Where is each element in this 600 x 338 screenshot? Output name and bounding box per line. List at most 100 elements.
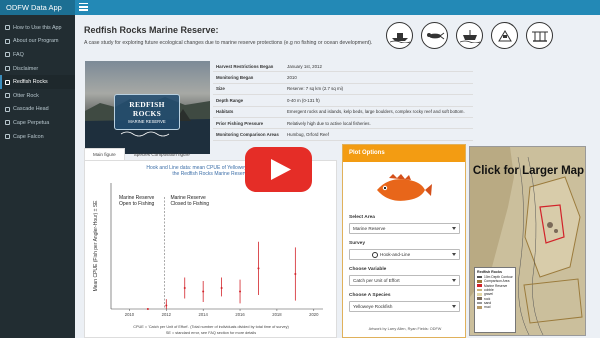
plot-options-panel: Plot Options Select Area Marine Reserve …: [342, 144, 466, 338]
sidebar-item-cape-perpetua[interactable]: Cape Perpetua: [0, 116, 75, 130]
rov-icon[interactable]: [456, 22, 483, 49]
map-legend: Redfish Rocks 10m Depth Contour Comparis…: [474, 267, 516, 333]
sidebar-item-how-to-use[interactable]: How to Use this App: [0, 21, 75, 35]
area-select[interactable]: Marine Reserve: [349, 223, 460, 234]
sidebar-item-label: FAQ: [13, 51, 24, 58]
info-icon: [5, 38, 10, 44]
warning-icon: [5, 66, 10, 72]
sidebar-item-label: How to Use this App: [13, 24, 62, 31]
info-value: 0-40 m (0-131 ft): [287, 97, 320, 103]
sidebar-item-faq[interactable]: FAQ: [0, 48, 75, 62]
lander-icon[interactable]: [491, 22, 518, 49]
species-select[interactable]: Yelloweye Rockfish: [349, 301, 460, 312]
chevron-down-icon: [452, 305, 456, 308]
info-row: Monitoring Comparison Areas Humbug, Orfor…: [213, 129, 473, 141]
data-point: [183, 287, 186, 289]
data-point: [165, 304, 168, 307]
app-root: ODFW Data App How to Use this App About …: [0, 0, 600, 338]
longline-icon[interactable]: [526, 22, 553, 49]
chart-caption: SE = standard error, see FAQ section for…: [166, 331, 256, 335]
data-point: [220, 287, 223, 289]
tab-label: Main figure: [93, 152, 116, 157]
sidebar-item-disclaimer[interactable]: Disclaimer: [0, 62, 75, 76]
app-brand: ODFW Data App: [0, 0, 75, 15]
info-key: Prior Fishing Pressure: [216, 120, 264, 126]
survey-label: Survey: [349, 241, 365, 246]
map-marker-icon: [5, 120, 10, 126]
area-select-value: Marine Reserve: [353, 226, 386, 231]
y-axis-label: Mean CPUE (Fish per Angler-Hour) ± SE: [93, 200, 99, 291]
sidebar-item-label: Cascade Head: [13, 106, 49, 113]
x-tick-label: 2012: [162, 312, 172, 317]
main-content: Redfish Rocks Marine Reserve: A case stu…: [75, 15, 600, 338]
sidebar-item-otter-rock[interactable]: Otter Rock: [0, 89, 75, 103]
reserve-logo: REDFISH ROCKS MARINE RESERVE: [114, 94, 180, 137]
question-icon: [5, 52, 10, 58]
survey-boat-icon: [372, 251, 378, 258]
legend-item: mud: [477, 305, 513, 309]
variable-select-value: Catch per Unit of Effort: [353, 278, 400, 283]
reserve-map[interactable]: Click for Larger Map Redfish Rocks 10m D…: [469, 146, 586, 336]
boat-icon[interactable]: [386, 22, 413, 49]
data-point: [202, 290, 205, 293]
info-key: Habitats: [216, 109, 234, 115]
tab-label: Species Composition figure: [133, 152, 190, 157]
info-row: Harvest Restrictions Began January 1st, 2…: [213, 61, 473, 73]
species-select-value: Yelloweye Rockfish: [353, 304, 393, 309]
survey-select-value: Hook-and-Line: [380, 252, 411, 257]
diver-icon[interactable]: [421, 22, 448, 49]
x-tick-label: 2020: [309, 312, 319, 317]
info-row: Prior Fishing Pressure Relatively high du…: [213, 118, 473, 130]
variable-label: Choose Variable: [349, 267, 387, 272]
info-value: Relatively high due to active local fish…: [287, 120, 371, 126]
info-row: Monitoring Began 2010: [213, 72, 473, 84]
plot-options-header: Plot Options: [343, 145, 465, 162]
sidebar-item-label: Cape Perpetua: [13, 119, 50, 126]
info-value: Humbug, Orford Reef: [287, 132, 329, 138]
artwork-credit: Artwork by Larry Allen, Ryan Fields: ODF…: [368, 327, 442, 331]
info-key: Monitoring Comparison Areas: [216, 132, 279, 138]
larger-map-link[interactable]: Click for Larger Map: [470, 164, 585, 178]
legend-label: mud: [484, 305, 491, 310]
map-marker-icon: [5, 106, 10, 112]
info-value: January 1st, 2012: [287, 63, 322, 69]
info-row: Habitats Emergent rocks and islands, kelp…: [213, 107, 473, 118]
sidebar: How to Use this App About our Program FA…: [0, 15, 75, 338]
select-area-label: Select Area: [349, 215, 375, 220]
info-key: Monitoring Began: [216, 75, 254, 81]
menu-toggle-icon[interactable]: [79, 3, 88, 11]
x-tick-label: 2018: [272, 312, 282, 317]
chevron-down-icon: [452, 253, 456, 256]
legend-swatch: [477, 305, 482, 309]
info-row: Depth Range 0-40 m (0-131 ft): [213, 95, 473, 107]
map-marker-icon: [5, 93, 10, 99]
chevron-down-icon: [452, 227, 456, 230]
info-key: Harvest Restrictions Began: [216, 63, 274, 69]
sidebar-item-cape-falcon[interactable]: Cape Falcon: [0, 130, 75, 144]
top-bar: [75, 0, 600, 15]
survey-select[interactable]: Hook-and-Line: [349, 249, 460, 260]
sidebar-item-cascade-head[interactable]: Cascade Head: [0, 103, 75, 117]
x-tick-label: 2014: [199, 312, 209, 317]
page-subtitle: A case study for exploring future ecolog…: [84, 40, 373, 46]
sidebar-item-about[interactable]: About our Program: [0, 35, 75, 49]
sidebar-item-label: Cape Falcon: [13, 133, 44, 140]
info-value: 2010: [287, 75, 297, 81]
legend-swatch: [477, 297, 482, 300]
page-title: Redfish Rocks Marine Reserve:: [84, 25, 219, 35]
legend-swatch: [477, 293, 482, 296]
reserve-info-table: Harvest Restrictions Began January 1st, 2…: [213, 61, 473, 141]
map-marker-icon: [5, 134, 10, 140]
rockfish-illustration: [377, 174, 432, 201]
data-point: [239, 290, 242, 293]
variable-select[interactable]: Catch per Unit of Effort: [349, 275, 460, 286]
play-button-icon[interactable]: [245, 147, 312, 192]
logo-title: REDFISH ROCKS: [129, 100, 165, 118]
sidebar-item-label: About our Program: [13, 38, 59, 45]
sidebar-item-label: Redfish Rocks: [13, 79, 48, 86]
book-icon: [5, 25, 10, 31]
sidebar-item-redfish-rocks[interactable]: Redfish Rocks: [0, 75, 75, 89]
legend-swatch: [477, 288, 482, 292]
sidebar-item-label: Otter Rock: [13, 92, 39, 99]
sidebar-item-label: Disclaimer: [13, 65, 39, 72]
